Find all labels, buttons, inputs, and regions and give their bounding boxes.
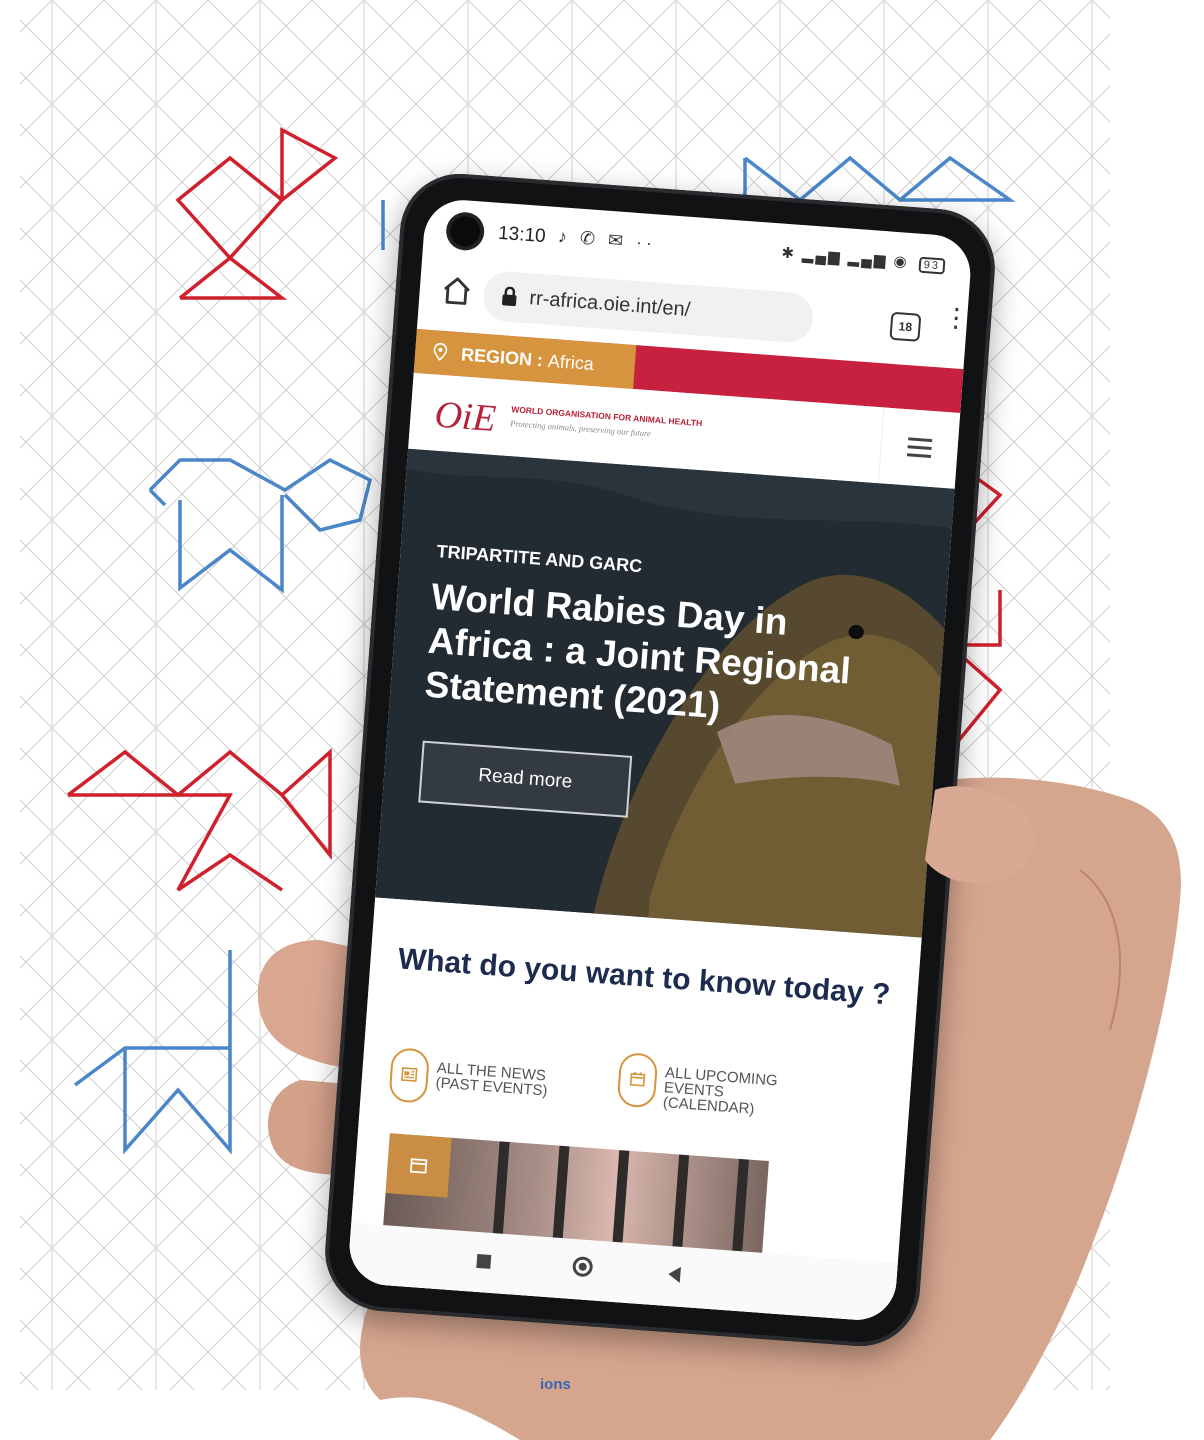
notification-icons: ♪ ✆ ✉ ·· [557, 226, 657, 254]
circle-icon[interactable] [571, 1255, 594, 1278]
hero-banner: TRIPARTITE AND GARC World Rabies Day in … [375, 448, 955, 938]
url-text: rr-africa.oie.int/en/ [528, 287, 692, 321]
region-value: Africa [547, 350, 595, 375]
signal-wifi-icons: ✱ ▂▄▆ ▂▄▆ ◉ [780, 244, 910, 271]
news-icon-circle [388, 1047, 431, 1104]
newspaper-icon [401, 1067, 418, 1082]
events-link[interactable]: ALL UPCOMING EVENTS (CALENDAR) [616, 1051, 820, 1126]
calendar-icon [409, 1158, 428, 1174]
news-link-label: ALL THE NEWS (PAST EVENTS) [435, 1059, 549, 1100]
front-camera [449, 215, 482, 248]
system-icons: ✱ ▂▄▆ ▂▄▆ ◉ 93 [781, 244, 946, 275]
events-icon-circle [616, 1051, 659, 1109]
news-link[interactable]: ALL THE NEWS (PAST EVENTS) [388, 1047, 591, 1116]
phone-screen: 13:10 ♪ ✆ ✉ ·· ✱ ▂▄▆ ▂▄▆ ◉ 93 rr-africa.… [346, 197, 974, 1323]
url-bar[interactable]: rr-africa.oie.int/en/ [481, 269, 815, 344]
smartphone: 13:10 ♪ ✆ ✉ ·· ✱ ▂▄▆ ▂▄▆ ◉ 93 rr-africa.… [321, 169, 999, 1351]
kebab-menu-icon[interactable]: ⋮ [942, 302, 970, 334]
hamburger-icon[interactable] [877, 407, 961, 489]
oie-logo[interactable]: OiE [433, 393, 497, 441]
home-icon[interactable] [439, 273, 475, 309]
events-link-label: ALL UPCOMING EVENTS (CALENDAR) [662, 1064, 779, 1118]
lock-icon [502, 286, 517, 307]
thumbnail-badge [385, 1133, 452, 1198]
back-triangle-icon[interactable] [667, 1266, 681, 1283]
status-time: 13:10 [497, 222, 547, 248]
battery-icon: 93 [918, 256, 946, 275]
map-pin-icon [433, 343, 448, 361]
square-icon[interactable] [476, 1253, 492, 1269]
bottom-fragment-text: ions [540, 1376, 571, 1393]
tab-switcher-button[interactable]: 18 [889, 311, 922, 342]
section-title: What do you want to know today ? [396, 942, 892, 1012]
calendar-icon [629, 1071, 646, 1087]
